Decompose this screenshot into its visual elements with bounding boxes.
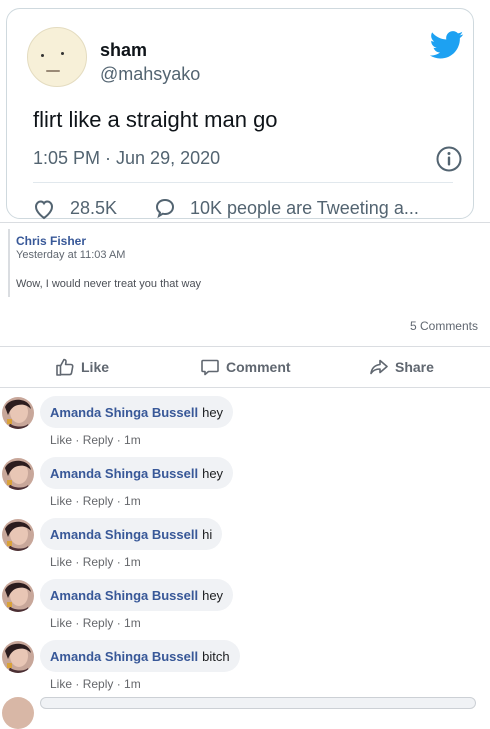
like-button[interactable]: Like	[55, 357, 109, 377]
profile-photo-icon	[2, 641, 34, 673]
commenter-avatar[interactable]	[2, 580, 34, 612]
comment-text: hey	[202, 404, 224, 420]
commenter-avatar[interactable]	[2, 397, 34, 429]
like-label: Like	[81, 359, 110, 375]
divider	[0, 346, 490, 347]
comment-meta: Like · Reply · 1m	[50, 555, 141, 569]
tweet-author-handle[interactable]: @mahsyako	[100, 64, 200, 85]
comment-time[interactable]: 1m	[124, 616, 141, 630]
quote-time[interactable]: Yesterday at 11:03 AM	[16, 249, 125, 261]
tweet-avatar[interactable]	[27, 27, 87, 87]
commenter-avatar[interactable]	[2, 519, 34, 551]
comment-time[interactable]: 1m	[124, 433, 141, 447]
divider	[0, 387, 490, 388]
divider	[0, 222, 490, 223]
commenter-avatar[interactable]	[2, 458, 34, 490]
profile-photo-icon	[2, 397, 34, 429]
comment-meta: Like · Reply · 1m	[50, 494, 141, 508]
comment-bubble: Amanda Shinga Bussell bitch	[40, 640, 240, 672]
comment-reply-link[interactable]: Reply	[83, 433, 114, 447]
commenter-name[interactable]: Amanda Shinga Bussell	[50, 588, 198, 603]
tweet-talking-about[interactable]: 10K people are Tweeting a...	[190, 198, 419, 219]
comment-like-link[interactable]: Like	[50, 677, 72, 691]
comment-reply-link[interactable]: Reply	[83, 677, 114, 691]
commenter-avatar[interactable]	[2, 641, 34, 673]
commenter-name[interactable]: Amanda Shinga Bussell	[50, 405, 198, 420]
commenter-name[interactable]: Amanda Shinga Bussell	[50, 466, 198, 481]
tweet-card: sham @mahsyako flirt like a straight man…	[6, 8, 474, 221]
comment-item: Amanda Shinga Bussell hey Like · Reply ·…	[0, 396, 490, 452]
comment-bubble: Amanda Shinga Bussell hi	[40, 518, 223, 550]
tweet-text: flirt like a straight man go	[33, 107, 278, 132]
comment-like-link[interactable]: Like	[50, 494, 72, 508]
avatar-eye	[61, 52, 64, 55]
comment-bubble: Amanda Shinga Bussell hey	[40, 396, 234, 428]
speech-bubble-icon[interactable]	[153, 196, 177, 220]
comment-reply-link[interactable]: Reply	[83, 616, 114, 630]
quoted-comment: Chris Fisher Yesterday at 11:03 AM Wow, …	[8, 229, 490, 297]
avatar-eye	[41, 54, 44, 57]
comment-icon	[201, 359, 219, 376]
tweet-author-name[interactable]: sham	[100, 40, 147, 61]
write-comment-input[interactable]	[40, 697, 476, 709]
comment-meta: Like · Reply · 1m	[50, 677, 141, 691]
profile-photo-icon	[2, 458, 34, 490]
tweet-divider	[33, 182, 453, 183]
comment-label: Comment	[226, 359, 291, 375]
comment-time[interactable]: 1m	[124, 555, 141, 569]
comment-reply-link[interactable]: Reply	[83, 494, 114, 508]
comment-like-link[interactable]: Like	[50, 555, 72, 569]
share-button[interactable]: Share	[369, 357, 434, 377]
comment-bubble: Amanda Shinga Bussell hey	[40, 457, 234, 489]
commenter-name[interactable]: Amanda Shinga Bussell	[50, 649, 198, 664]
comment-meta: Like · Reply · 1m	[50, 616, 141, 630]
profile-photo-icon	[2, 580, 34, 612]
heart-icon[interactable]	[32, 197, 56, 221]
comment-bubble: Amanda Shinga Bussell hey	[40, 579, 234, 611]
comment-text: hi	[202, 526, 213, 542]
comments-count-link[interactable]: 5 Comments	[410, 319, 478, 333]
comment-item: Amanda Shinga Bussell hey Like · Reply ·…	[0, 579, 490, 635]
twitter-bird-icon[interactable]	[430, 31, 464, 59]
tweet-like-count[interactable]: 28.5K	[70, 198, 117, 219]
comment-meta: Like · Reply · 1m	[50, 433, 141, 447]
avatar-mouth	[46, 70, 60, 72]
comment-like-link[interactable]: Like	[50, 433, 72, 447]
comment-like-link[interactable]: Like	[50, 616, 72, 630]
comment-item: Amanda Shinga Bussell hey Like · Reply ·…	[0, 457, 490, 513]
comment-button[interactable]: Comment	[200, 357, 291, 377]
comment-time[interactable]: 1m	[124, 677, 141, 691]
info-icon[interactable]	[435, 145, 463, 173]
share-icon	[370, 359, 388, 375]
comment-time[interactable]: 1m	[124, 494, 141, 508]
comment-reply-link[interactable]: Reply	[83, 555, 114, 569]
comment-item: Amanda Shinga Bussell hi Like · Reply · …	[0, 518, 490, 574]
thumbs-up-icon	[56, 358, 74, 376]
comment-text: bitch	[202, 648, 230, 664]
comment-text: hey	[202, 465, 224, 481]
comment-item: Amanda Shinga Bussell bitch Like · Reply…	[0, 640, 490, 696]
commenter-name[interactable]: Amanda Shinga Bussell	[50, 527, 198, 542]
comment-text: hey	[202, 587, 224, 603]
share-label: Share	[395, 359, 434, 375]
quote-text: Wow, I would never treat you that way	[16, 278, 202, 290]
profile-photo-icon	[2, 519, 34, 551]
tweet-timestamp[interactable]: 1:05 PM · Jun 29, 2020	[33, 148, 220, 169]
quote-author[interactable]: Chris Fisher	[16, 234, 86, 248]
